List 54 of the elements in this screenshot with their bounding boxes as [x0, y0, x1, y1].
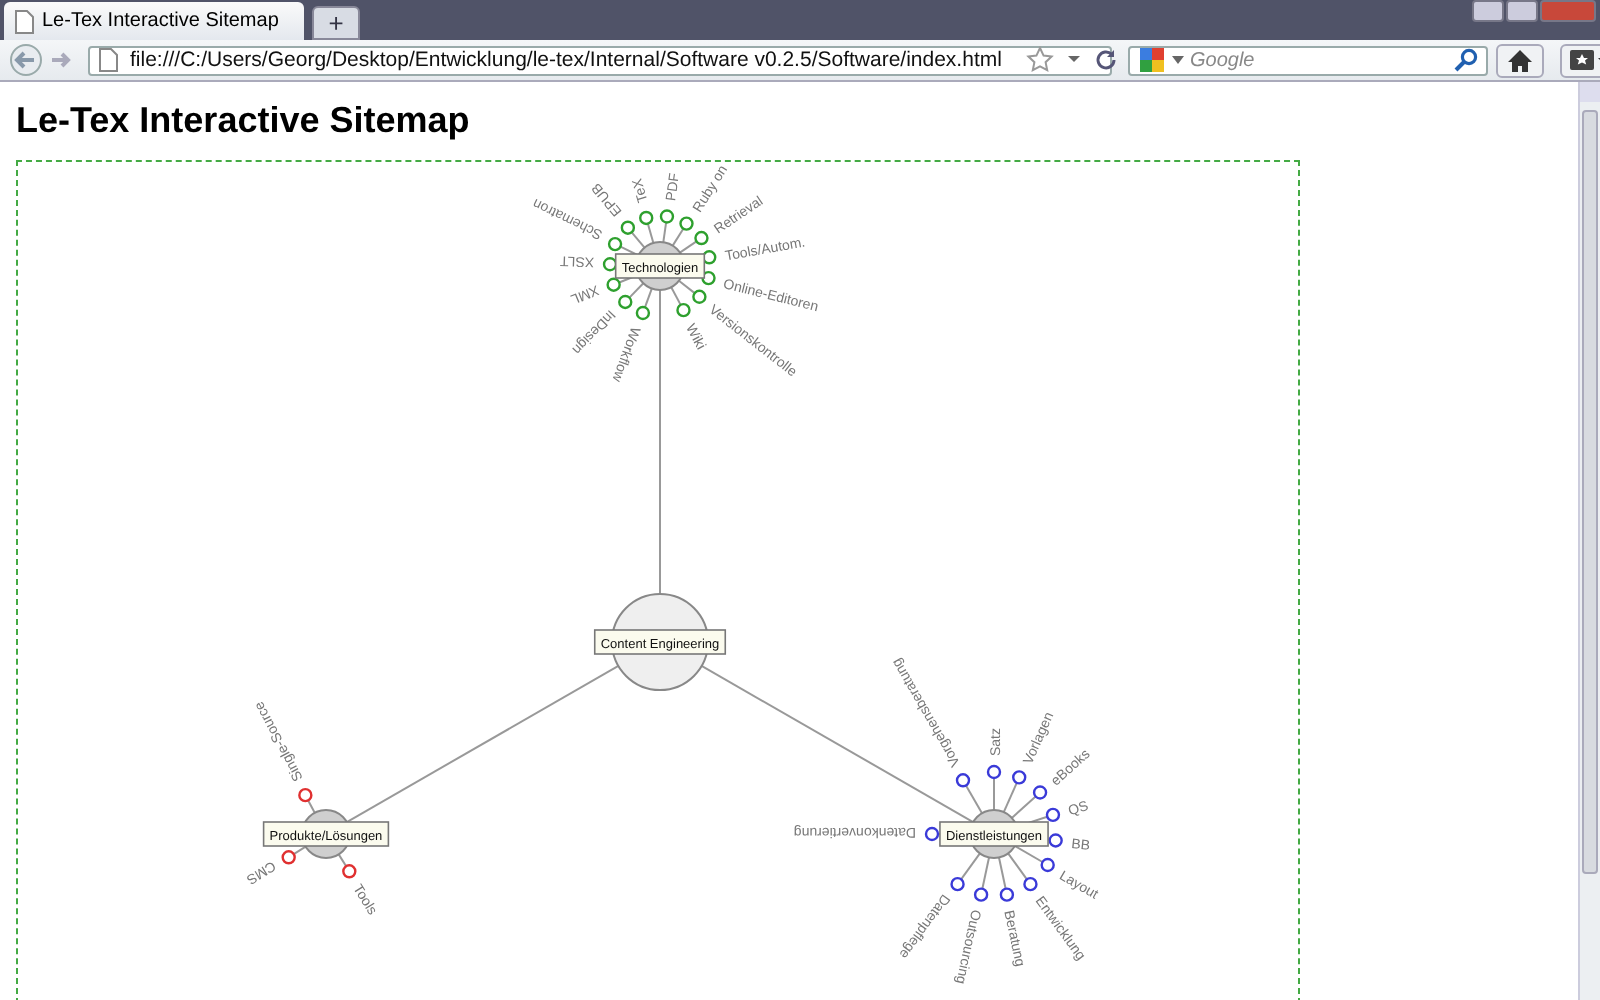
leaf-node[interactable]	[602, 257, 618, 272]
leaf-node[interactable]	[679, 216, 694, 231]
spoke-line	[965, 784, 983, 815]
spoke-line	[662, 221, 668, 244]
leaf-node[interactable]	[1012, 770, 1027, 785]
leaf-node[interactable]	[281, 850, 296, 865]
maximize-button[interactable]	[1506, 0, 1538, 22]
leaf-node[interactable]	[955, 773, 971, 788]
leaf-node[interactable]	[342, 864, 357, 879]
home-button[interactable]	[1496, 43, 1544, 77]
leaf-node[interactable]	[635, 305, 651, 321]
leaf-node[interactable]	[1032, 785, 1048, 800]
leaf-node[interactable]	[676, 302, 691, 318]
leaf-node[interactable]	[986, 764, 1002, 780]
leaf-node[interactable]	[950, 876, 965, 892]
scrollbar[interactable]	[1578, 82, 1600, 1000]
address-field[interactable]: file:///C:/Users/Georg/Desktop/Entwicklung/le-tex/Internal/Software v0.2.5/Software/index.html	[88, 45, 1112, 75]
home-icon	[1506, 47, 1534, 73]
leaf-node[interactable]	[659, 209, 675, 224]
new-tab-button[interactable]: +	[312, 6, 360, 40]
leaf-node[interactable]	[694, 230, 709, 246]
leaf-node[interactable]	[1023, 876, 1038, 892]
reload-icon[interactable]	[1093, 48, 1118, 72]
leaf-node[interactable]	[692, 289, 707, 304]
bookmarks-icon	[1568, 48, 1600, 72]
leaf-node[interactable]	[618, 294, 633, 310]
minimize-button[interactable]	[1472, 0, 1504, 22]
leaf-node[interactable]	[606, 277, 621, 292]
bookmarks-button[interactable]	[1560, 43, 1600, 77]
browser-tab[interactable]: Le-Tex Interactive Sitemap	[4, 2, 304, 40]
leaf-node[interactable]	[620, 220, 636, 235]
dropdown-icon[interactable]	[1172, 56, 1184, 64]
leaf-node[interactable]	[607, 236, 623, 252]
search-field[interactable]: Google	[1190, 49, 1448, 71]
url-text: file:///C:/Users/Georg/Desktop/Entwicklung/le-tex/Internal/Software v0.2.5/Software/index.html	[130, 48, 1002, 72]
leaf-node[interactable]	[924, 826, 940, 842]
search-bar[interactable]: Google	[1128, 45, 1488, 75]
search-icon[interactable]	[1454, 48, 1478, 72]
search-engine-icon[interactable]	[1138, 46, 1166, 74]
dropdown-icon[interactable]	[1065, 54, 1082, 66]
star-icon[interactable]	[1025, 46, 1054, 74]
leaf-node[interactable]	[298, 787, 313, 803]
scrollbar-thumb[interactable]	[1582, 110, 1598, 874]
spoke-line	[993, 777, 995, 811]
leaf-node[interactable]	[1045, 807, 1061, 823]
leaf-node[interactable]	[639, 210, 654, 226]
leaf-node[interactable]	[999, 887, 1015, 902]
page-title: Le-Tex Interactive Sitemap	[16, 100, 472, 142]
tab-title: Le-Tex Interactive Sitemap	[42, 10, 279, 32]
leaf-node[interactable]	[1040, 857, 1055, 873]
page-icon	[14, 9, 34, 33]
page-icon	[98, 48, 118, 72]
leaf-node[interactable]	[973, 887, 989, 902]
leaf-node[interactable]	[1048, 833, 1063, 848]
